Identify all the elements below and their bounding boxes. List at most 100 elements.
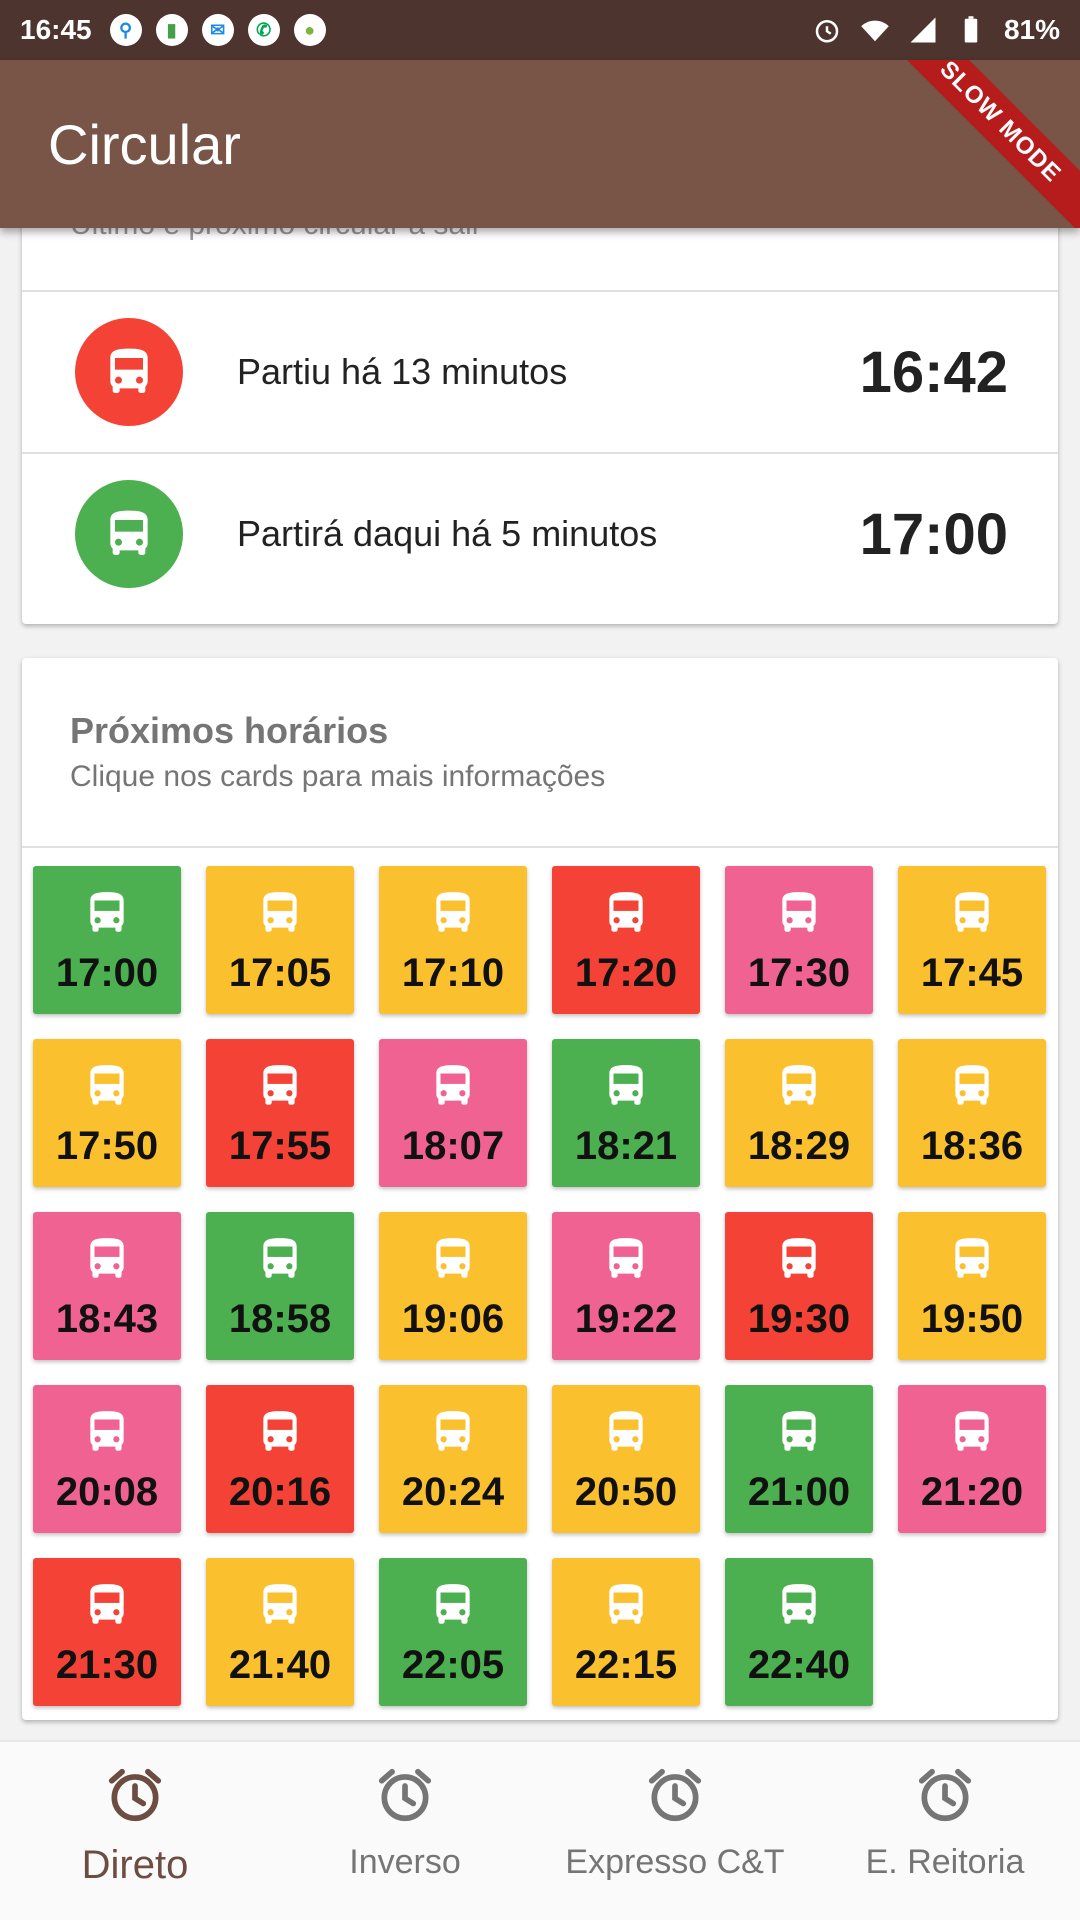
schedule-tile[interactable]: 18:58 [206, 1212, 354, 1360]
bus-icon [428, 1407, 478, 1462]
schedule-tile[interactable]: 17:20 [552, 866, 700, 1014]
schedule-tile[interactable]: 21:30 [33, 1558, 181, 1706]
bus-icon [601, 1234, 651, 1289]
nav-item-direto[interactable]: Direto [0, 1742, 270, 1920]
schedule-tile[interactable]: 17:50 [33, 1039, 181, 1187]
bus-icon [255, 1407, 305, 1462]
schedule-card: Próximos horários Clique nos cards para … [22, 658, 1058, 1720]
schedule-title: Próximos horários [70, 710, 389, 751]
schedule-tile-time: 22:15 [574, 1643, 678, 1687]
schedule-tile[interactable]: 17:30 [725, 866, 873, 1014]
bus-icon [774, 1234, 824, 1289]
schedule-tile-time: 17:00 [55, 951, 159, 995]
bus-icon [774, 1407, 824, 1462]
app-bar: Circular SLOW MODE [0, 60, 1080, 228]
bus-icon [75, 480, 183, 588]
schedule-tile[interactable]: 18:29 [725, 1039, 873, 1187]
schedule-tile-time: 18:29 [747, 1124, 851, 1168]
bus-icon [947, 1061, 997, 1116]
schedule-tile[interactable]: 19:06 [379, 1212, 527, 1360]
schedule-tile[interactable]: 21:20 [898, 1385, 1046, 1533]
battery-icon [956, 15, 986, 45]
bus-icon [82, 1407, 132, 1462]
schedule-tile-time: 20:24 [401, 1470, 505, 1514]
nav-item-e-reitoria[interactable]: E. Reitoria [810, 1742, 1080, 1920]
divider [22, 846, 1058, 848]
bus-icon [82, 888, 132, 943]
alarm-clock-icon [374, 1764, 436, 1831]
schedule-tile-time: 18:07 [401, 1124, 505, 1168]
next-departure-time: 17:00 [859, 501, 1008, 567]
bus-icon [428, 888, 478, 943]
schedule-tile[interactable]: 17:05 [206, 866, 354, 1014]
last-departure-row[interactable]: Partiu há 13 minutos 16:42 [22, 292, 1058, 452]
nav-item-inverso[interactable]: Inverso [270, 1742, 540, 1920]
schedule-tile-time: 18:36 [920, 1124, 1024, 1168]
schedule-tile-time: 19:22 [574, 1297, 678, 1341]
schedule-tile[interactable]: 18:43 [33, 1212, 181, 1360]
schedule-tile-time: 19:30 [747, 1297, 851, 1341]
bus-icon [601, 1061, 651, 1116]
usb-icon: ⚲ [109, 14, 142, 46]
bus-icon [601, 1580, 651, 1635]
bus-icon [428, 1580, 478, 1635]
schedule-tile[interactable]: 17:10 [379, 866, 527, 1014]
nav-item-label: E. Reitoria [865, 1843, 1025, 1881]
bus-icon [947, 1234, 997, 1289]
schedule-tile-time: 22:40 [747, 1643, 851, 1687]
schedule-tile[interactable]: 18:36 [898, 1039, 1046, 1187]
schedule-tile[interactable]: 19:22 [552, 1212, 700, 1360]
nav-item-label: Inverso [349, 1843, 461, 1881]
bus-icon [947, 888, 997, 943]
bus-icon [82, 1234, 132, 1289]
alarm-icon [812, 15, 842, 45]
schedule-tile-time: 21:40 [228, 1643, 332, 1687]
bus-icon [774, 888, 824, 943]
signal-icon [908, 15, 938, 45]
status-time: 16:45 [20, 14, 92, 45]
schedule-tile-time: 22:05 [401, 1643, 505, 1687]
next-departure-row[interactable]: Partirá daqui há 5 minutos 17:00 [22, 454, 1058, 614]
schedule-tile-time: 17:20 [574, 951, 678, 995]
schedule-tile[interactable]: 20:08 [33, 1385, 181, 1533]
schedule-tile[interactable]: 21:40 [206, 1558, 354, 1706]
schedule-subtitle: Clique nos cards para mais informações [70, 760, 606, 793]
schedule-tile-time: 17:30 [747, 951, 851, 995]
schedule-tile-time: 18:58 [228, 1297, 332, 1341]
schedule-tile-time: 17:45 [920, 951, 1024, 995]
schedule-tile[interactable]: 20:16 [206, 1385, 354, 1533]
bus-icon [774, 1061, 824, 1116]
schedule-tile[interactable]: 22:15 [552, 1558, 700, 1706]
notification-icons: ⚲ ▮ ✉ ✆ ● [109, 14, 326, 46]
schedule-tile[interactable]: 17:45 [898, 866, 1046, 1014]
bus-icon [947, 1407, 997, 1462]
schedule-tile[interactable]: 20:50 [552, 1385, 700, 1533]
bus-icon [82, 1061, 132, 1116]
schedule-header: Próximos horários Clique nos cards para … [70, 710, 605, 794]
schedule-tile[interactable]: 19:30 [725, 1212, 873, 1360]
bus-icon [255, 1580, 305, 1635]
page-title: Circular [48, 112, 241, 176]
schedule-tile-time: 18:43 [55, 1297, 159, 1341]
schedule-tile-time: 20:50 [574, 1470, 678, 1514]
schedule-tile[interactable]: 17:55 [206, 1039, 354, 1187]
schedule-tile-time: 19:50 [920, 1297, 1024, 1341]
schedule-tile[interactable]: 17:00 [33, 866, 181, 1014]
slow-mode-banner: SLOW MODE [878, 60, 1080, 228]
schedule-tile-time: 17:55 [228, 1124, 332, 1168]
schedule-tile-time: 17:10 [401, 951, 505, 995]
schedule-tile[interactable]: 20:24 [379, 1385, 527, 1533]
schedule-tile-time: 19:06 [401, 1297, 505, 1341]
schedule-tile[interactable]: 19:50 [898, 1212, 1046, 1360]
bus-icon [75, 318, 183, 426]
schedule-tile[interactable]: 21:00 [725, 1385, 873, 1533]
schedule-tile[interactable]: 18:07 [379, 1039, 527, 1187]
bus-icon [774, 1580, 824, 1635]
schedule-tile[interactable]: 22:40 [725, 1558, 873, 1706]
nav-item-expresso-c-t[interactable]: Expresso C&T [540, 1742, 810, 1920]
nav-item-label: Expresso C&T [565, 1843, 785, 1881]
schedule-grid: 17:00 17:05 17:10 17:20 17:30 17:45 17:50 17:55… [33, 866, 1046, 1706]
bus-icon [428, 1061, 478, 1116]
schedule-tile[interactable]: 22:05 [379, 1558, 527, 1706]
schedule-tile[interactable]: 18:21 [552, 1039, 700, 1187]
